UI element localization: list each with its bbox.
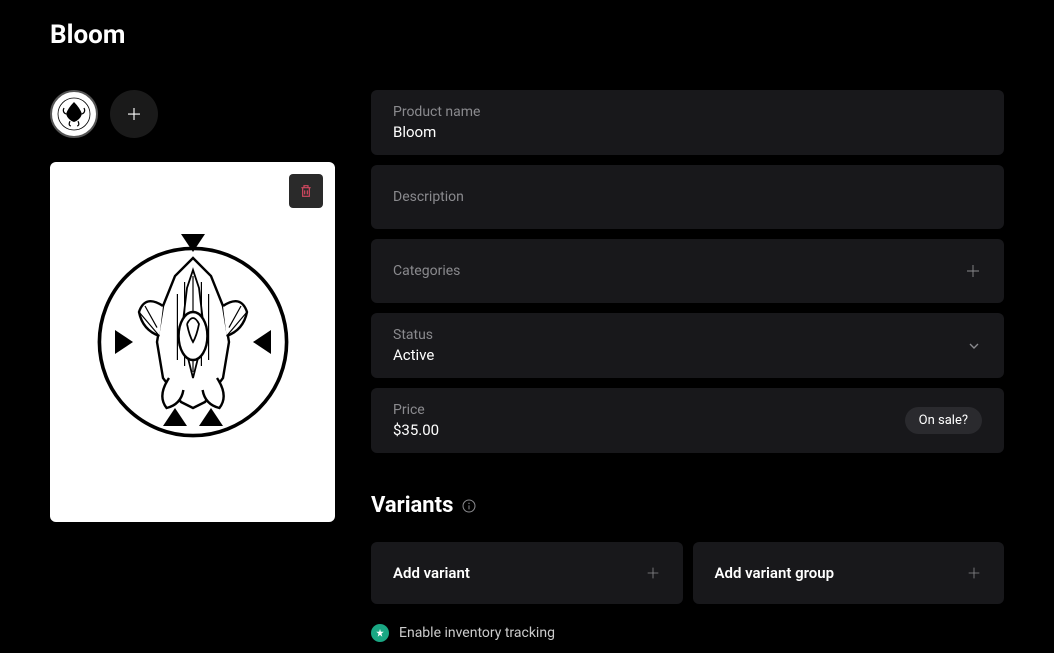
plus-icon xyxy=(125,105,143,123)
plus-icon xyxy=(966,565,982,581)
add-image-button[interactable] xyxy=(110,90,158,138)
thumbnail-selected[interactable] xyxy=(50,90,98,138)
categories-label: Categories xyxy=(393,263,964,279)
product-image-preview xyxy=(50,162,335,522)
price-label: Price xyxy=(393,402,905,418)
inventory-label: Enable inventory tracking xyxy=(399,625,555,641)
thumbnail-row xyxy=(50,90,335,138)
delete-image-button[interactable] xyxy=(289,174,323,208)
price-field[interactable]: Price $35.00 On sale? xyxy=(371,388,1004,453)
star-badge-icon xyxy=(371,624,389,642)
status-field[interactable]: Status Active xyxy=(371,313,1004,378)
description-label: Description xyxy=(393,189,982,205)
add-variant-label: Add variant xyxy=(393,564,470,582)
product-name-label: Product name xyxy=(393,104,982,120)
add-variant-group-label: Add variant group xyxy=(715,564,835,582)
product-name-field[interactable]: Product name Bloom xyxy=(371,90,1004,155)
variants-section-title: Variants xyxy=(371,493,453,518)
plus-icon xyxy=(964,262,982,280)
price-value: $35.00 xyxy=(393,421,905,439)
trash-icon xyxy=(298,183,314,199)
enable-inventory-toggle[interactable]: Enable inventory tracking xyxy=(371,624,1004,642)
page-title: Bloom xyxy=(50,20,1004,50)
add-category-button[interactable] xyxy=(964,262,982,280)
product-name-value: Bloom xyxy=(393,123,982,141)
status-label: Status xyxy=(393,327,966,343)
categories-field[interactable]: Categories xyxy=(371,239,1004,303)
variants-info-button[interactable] xyxy=(461,498,477,514)
status-dropdown-toggle[interactable] xyxy=(966,338,982,354)
flower-thumb-icon xyxy=(54,94,94,134)
on-sale-button[interactable]: On sale? xyxy=(905,407,982,434)
flower-illustration-icon xyxy=(73,222,313,462)
description-field[interactable]: Description xyxy=(371,165,1004,229)
add-variant-group-button[interactable]: Add variant group xyxy=(693,542,1005,604)
chevron-down-icon xyxy=(966,338,982,354)
plus-icon xyxy=(645,565,661,581)
status-value: Active xyxy=(393,346,966,364)
add-variant-button[interactable]: Add variant xyxy=(371,542,683,604)
info-icon xyxy=(461,498,477,514)
